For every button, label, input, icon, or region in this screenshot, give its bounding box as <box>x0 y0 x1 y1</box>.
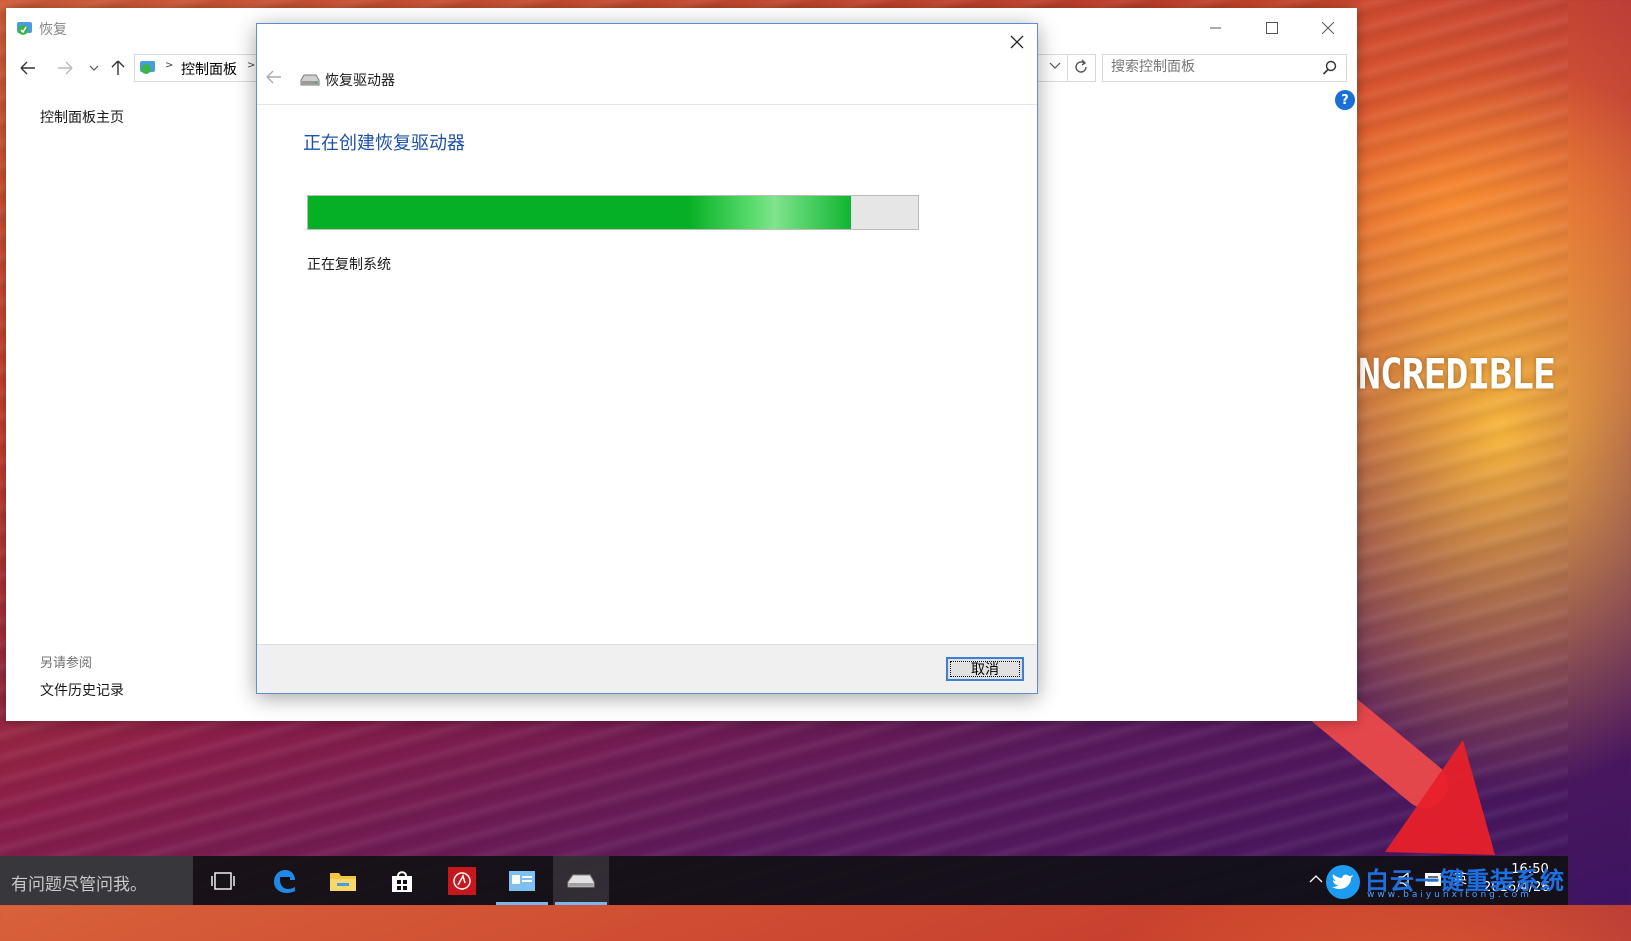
chevron-down-icon <box>89 65 99 71</box>
dialog-close-button[interactable] <box>1005 30 1029 54</box>
see-also-heading: 另请参阅 <box>40 656 93 671</box>
chevron-right-icon: > <box>165 60 174 71</box>
edge-button[interactable] <box>256 856 312 905</box>
close-icon <box>1322 22 1334 34</box>
watermark-url: www.baiyunxitong.com <box>1367 890 1532 900</box>
red-app-button[interactable] <box>434 856 490 905</box>
drive-icon <box>300 74 320 86</box>
dialog-heading: 正在创建恢复驱动器 <box>303 133 465 154</box>
edge-icon <box>274 869 295 893</box>
minimize-button[interactable] <box>1193 14 1239 42</box>
close-icon <box>1010 35 1024 49</box>
chevron-right-icon: > <box>247 60 256 71</box>
dialog-title: 恢复驱动器 <box>325 73 395 89</box>
close-button[interactable] <box>1305 14 1351 42</box>
search-input[interactable] <box>1111 59 1311 75</box>
help-icon[interactable]: ? <box>1335 90 1355 110</box>
store-button[interactable] <box>374 856 430 905</box>
progress-bar <box>307 195 919 230</box>
chevron-down-icon[interactable] <box>1049 61 1061 71</box>
recent-locations-button[interactable] <box>84 58 104 78</box>
minimize-icon <box>1210 27 1221 29</box>
refresh-icon[interactable] <box>1073 59 1089 75</box>
arrow-left-icon <box>20 61 35 75</box>
control-panel-taskbar-button[interactable] <box>494 856 550 905</box>
cancel-button[interactable]: 取消 <box>946 657 1024 681</box>
search-box[interactable] <box>1102 54 1347 82</box>
arrow-right-icon <box>58 61 73 75</box>
chevron-up-icon[interactable] <box>1309 874 1323 884</box>
wallpaper-slogan: NCREDIBLE <box>1358 349 1556 399</box>
drive-icon <box>567 874 595 887</box>
task-view-button[interactable] <box>195 856 251 905</box>
store-icon <box>392 870 412 892</box>
bird-icon <box>1326 865 1360 899</box>
arrow-up-icon <box>111 60 125 75</box>
recovery-drive-taskbar-button[interactable] <box>553 856 609 905</box>
app-red-icon <box>448 866 476 895</box>
back-button[interactable] <box>18 58 38 78</box>
control-panel-icon <box>17 22 32 35</box>
maximize-icon <box>1266 22 1278 34</box>
cortana-search-box[interactable]: 有问题尽管问我。 <box>0 856 193 905</box>
search-icon[interactable] <box>1322 60 1338 76</box>
dialog-header: 恢复驱动器 <box>257 24 1037 105</box>
window-title: 恢复 <box>39 22 67 38</box>
watermark-logo: 白云一键重装系统 www.baiyunxitong.com <box>1323 860 1564 905</box>
control-panel-icon <box>509 870 535 891</box>
breadcrumb-control-panel[interactable]: 控制面板 <box>181 59 237 79</box>
file-history-link[interactable]: 文件历史记录 <box>40 680 124 700</box>
recovery-drive-dialog: 恢复驱动器 正在创建恢复驱动器 正在复制系统 取消 <box>256 23 1038 694</box>
progress-bar-fill <box>308 196 851 229</box>
forward-button[interactable] <box>55 58 75 78</box>
up-button[interactable] <box>108 58 128 78</box>
maximize-button[interactable] <box>1249 14 1295 42</box>
status-text: 正在复制系统 <box>307 257 391 273</box>
sidebar-home-link[interactable]: 控制面板主页 <box>40 107 124 127</box>
folder-icon <box>330 872 356 891</box>
control-panel-icon <box>140 61 155 74</box>
file-explorer-button[interactable] <box>315 856 371 905</box>
dialog-footer: 取消 <box>257 644 1037 693</box>
task-view-icon <box>211 871 235 890</box>
cortana-placeholder: 有问题尽管问我。 <box>11 875 147 895</box>
arrow-left-icon[interactable] <box>265 68 283 86</box>
